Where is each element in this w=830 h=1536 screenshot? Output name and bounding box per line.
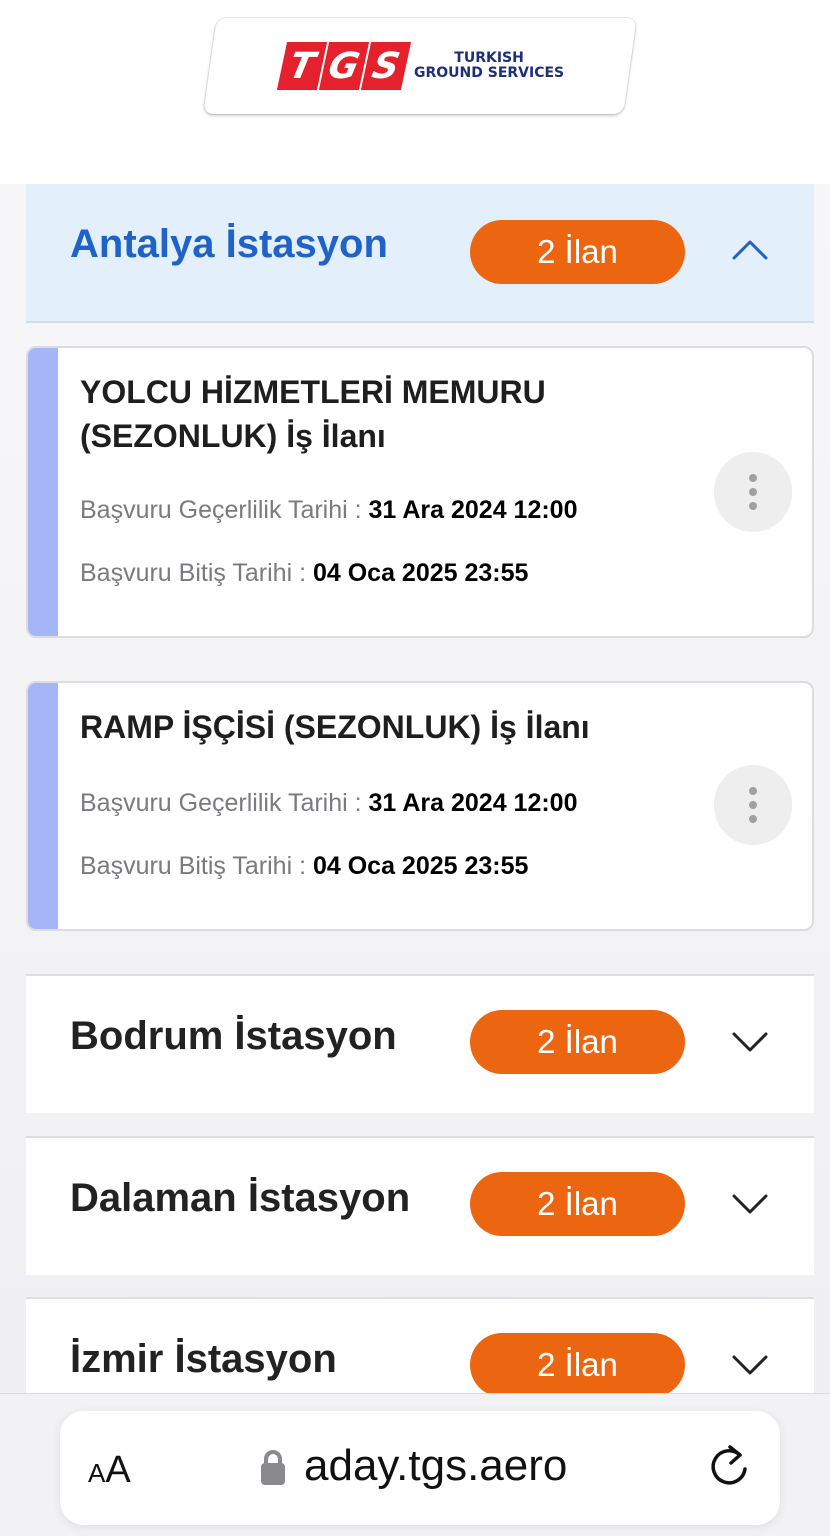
job-title[interactable]: YOLCU HİZMETLERİ MEMURU (SEZONLUK) İş İl… [80,370,662,458]
reload-icon[interactable] [706,1443,752,1489]
text-size-small-glyph: A [88,1458,106,1488]
station-name: Antalya İstasyon [70,222,388,266]
station-header-bodrum[interactable]: Bodrum İstasyon 2 İlan [26,974,814,1113]
text-size-large-glyph: A [105,1449,131,1491]
end-date-value: 04 Oca 2025 23:55 [312,559,529,587]
chevron-up-icon[interactable] [730,230,770,270]
more-dot-icon [749,502,757,510]
more-options-button[interactable] [714,765,792,845]
text-size-button[interactable]: AA [88,1449,131,1492]
chevron-down-icon[interactable] [730,1184,770,1224]
more-dot-icon [749,787,757,795]
valid-date-value: 31 Ara 2024 12:00 [368,496,578,524]
address-bar[interactable]: AA aday.tgs.aero [60,1411,780,1525]
job-card[interactable]: RAMP İŞÇİSİ (SEZONLUK) İş İlanı Başvuru … [26,681,814,931]
job-count-badge: 2 İlan [470,220,685,284]
browser-bottom-bar: AA aday.tgs.aero [0,1393,830,1536]
valid-date-label: Başvuru Geçerlilik Tarihi : [80,496,369,524]
station-header-antalya[interactable]: Antalya İstasyon 2 İlan [26,184,814,323]
card-accent-stripe [28,683,58,929]
station-header-dalaman[interactable]: Dalaman İstasyon 2 İlan [26,1136,814,1275]
station-header-izmir[interactable]: İzmir İstasyon 2 İlan [26,1297,814,1394]
card-accent-stripe [28,348,58,636]
logo-line-2: GROUND SERVICES [414,65,565,81]
site-header: T G S TURKISH GROUND SERVICES [0,0,830,184]
tgs-logo[interactable]: T G S TURKISH GROUND SERVICES [276,40,564,92]
job-card[interactable]: YOLCU HİZMETLERİ MEMURU (SEZONLUK) İş İl… [26,346,814,638]
valid-date-row: Başvuru Geçerlilik Tarihi : 31 Ara 2024 … [80,789,578,818]
end-date-label: Başvuru Bitiş Tarihi : [80,559,313,587]
chevron-down-icon[interactable] [730,1022,770,1062]
end-date-row: Başvuru Bitiş Tarihi : 04 Oca 2025 23:55 [80,852,528,881]
more-dot-icon [749,474,757,482]
logo-letter-s: S [360,42,412,90]
job-count-badge: 2 İlan [470,1333,685,1394]
station-list: Antalya İstasyon 2 İlan YOLCU HİZMETLERİ… [0,184,830,1394]
more-dot-icon [749,488,757,496]
chevron-down-icon[interactable] [730,1345,770,1385]
end-date-value: 04 Oca 2025 23:55 [312,852,529,880]
station-name: Bodrum İstasyon [70,1014,397,1058]
station-name: Dalaman İstasyon [70,1176,411,1220]
job-title[interactable]: RAMP İŞÇİSİ (SEZONLUK) İş İlanı [80,705,772,749]
end-date-label: Başvuru Bitiş Tarihi : [80,852,313,880]
logo-wordmark: TURKISH GROUND SERVICES [414,51,564,81]
job-count-badge: 2 İlan [470,1010,685,1074]
valid-date-row: Başvuru Geçerlilik Tarihi : 31 Ara 2024 … [80,496,578,525]
valid-date-label: Başvuru Geçerlilik Tarihi : [80,789,369,817]
url-text[interactable]: aday.tgs.aero [304,1441,567,1491]
more-dot-icon [749,815,757,823]
valid-date-value: 31 Ara 2024 12:00 [368,789,578,817]
end-date-row: Başvuru Bitiş Tarihi : 04 Oca 2025 23:55 [80,559,528,588]
station-name: İzmir İstasyon [70,1337,337,1381]
logo-line-1: TURKISH [454,50,524,66]
more-options-button[interactable] [714,452,792,532]
job-count-badge: 2 İlan [470,1172,685,1236]
more-dot-icon [749,801,757,809]
lock-icon [261,1450,285,1485]
